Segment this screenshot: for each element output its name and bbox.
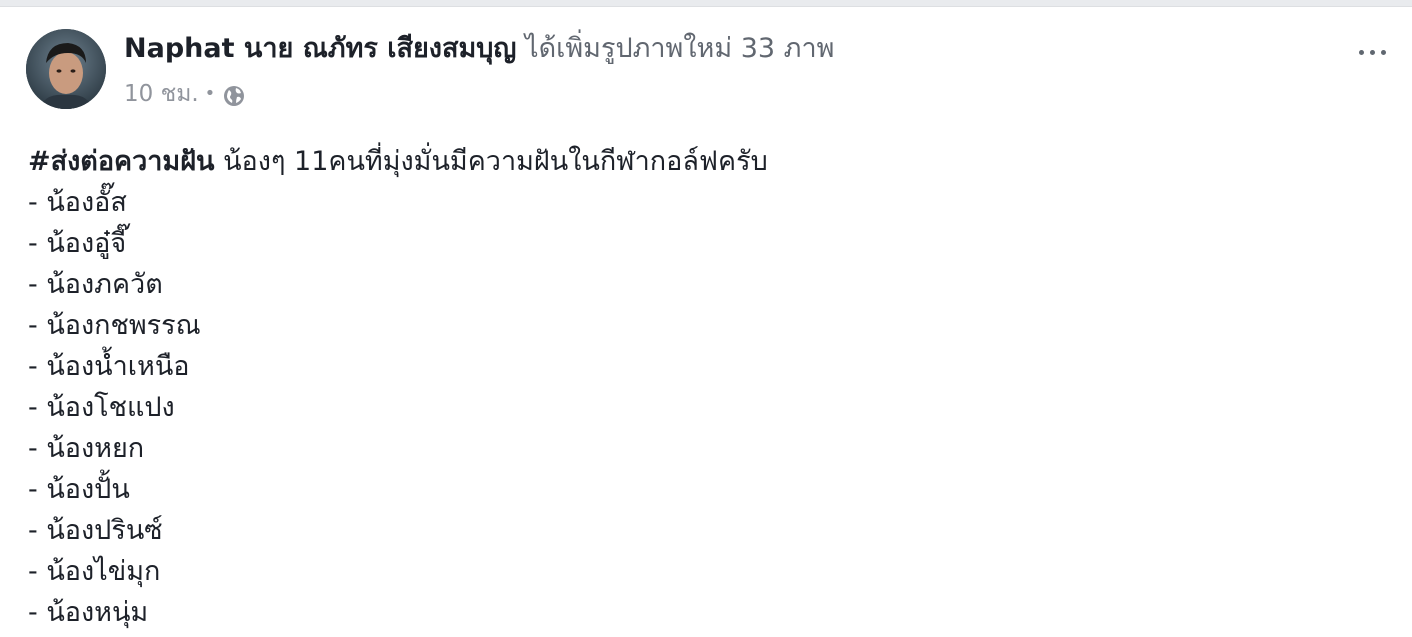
post-meta: 10 ชม. • bbox=[124, 77, 245, 111]
list-item: - น้องไข่มุก bbox=[28, 556, 161, 587]
post-card: Naphat นาย ณภัทร เสียงสมบุญ ได้เพิ่มรูปภ… bbox=[0, 6, 1412, 637]
list-item: - น้องปรินซ์ bbox=[28, 515, 163, 546]
list-item: - น้องกชพรรณ bbox=[28, 310, 201, 341]
author-name-link[interactable]: Naphat นาย ณภัทร เสียงสมบุญ bbox=[124, 33, 516, 64]
more-options-button[interactable] bbox=[1348, 35, 1396, 69]
list-item: - น้องโชแปง bbox=[28, 392, 175, 423]
list-item: - น้องอั๊ส bbox=[28, 187, 127, 218]
ellipsis-icon-dot bbox=[1369, 49, 1375, 55]
post-header: Naphat นาย ณภัทร เสียงสมบุญ ได้เพิ่มรูปภ… bbox=[124, 29, 834, 69]
ellipsis-icon-dot bbox=[1358, 49, 1364, 55]
post-action-label[interactable]: ได้เพิ่มรูปภาพใหม่ 33 ภาพ bbox=[525, 33, 834, 64]
list-item: - น้องน้ำเหนือ bbox=[28, 351, 190, 382]
ellipsis-icon-dot bbox=[1380, 49, 1386, 55]
hashtag-link[interactable]: #ส่งต่อความฝัน bbox=[28, 146, 215, 177]
post-body: #ส่งต่อความฝัน น้องๆ 11คนที่มุ่งมั่นมีคว… bbox=[28, 141, 768, 633]
globe-icon[interactable] bbox=[223, 83, 245, 106]
post-intro: น้องๆ 11คนที่มุ่งมั่นมีความฝันในกีฬากอล์… bbox=[214, 146, 768, 177]
timestamp-link[interactable]: 10 ชม. bbox=[124, 77, 199, 111]
list-item: - น้องปั้น bbox=[28, 474, 130, 505]
list-item: - น้องภควัต bbox=[28, 269, 163, 300]
list-item: - น้องหนุ่ม bbox=[28, 597, 149, 628]
list-item: - น้องหยก bbox=[28, 433, 145, 464]
meta-separator: • bbox=[204, 83, 216, 104]
post-action-text: ได้เพิ่มรูปภาพใหม่ 33 ภาพ bbox=[525, 33, 834, 64]
avatar-photo bbox=[26, 29, 106, 109]
list-item: - น้องอู๋จี๊ bbox=[28, 228, 127, 259]
post-intro-line: #ส่งต่อความฝัน น้องๆ 11คนที่มุ่งมั่นมีคว… bbox=[28, 141, 768, 182]
avatar[interactable] bbox=[26, 29, 106, 109]
